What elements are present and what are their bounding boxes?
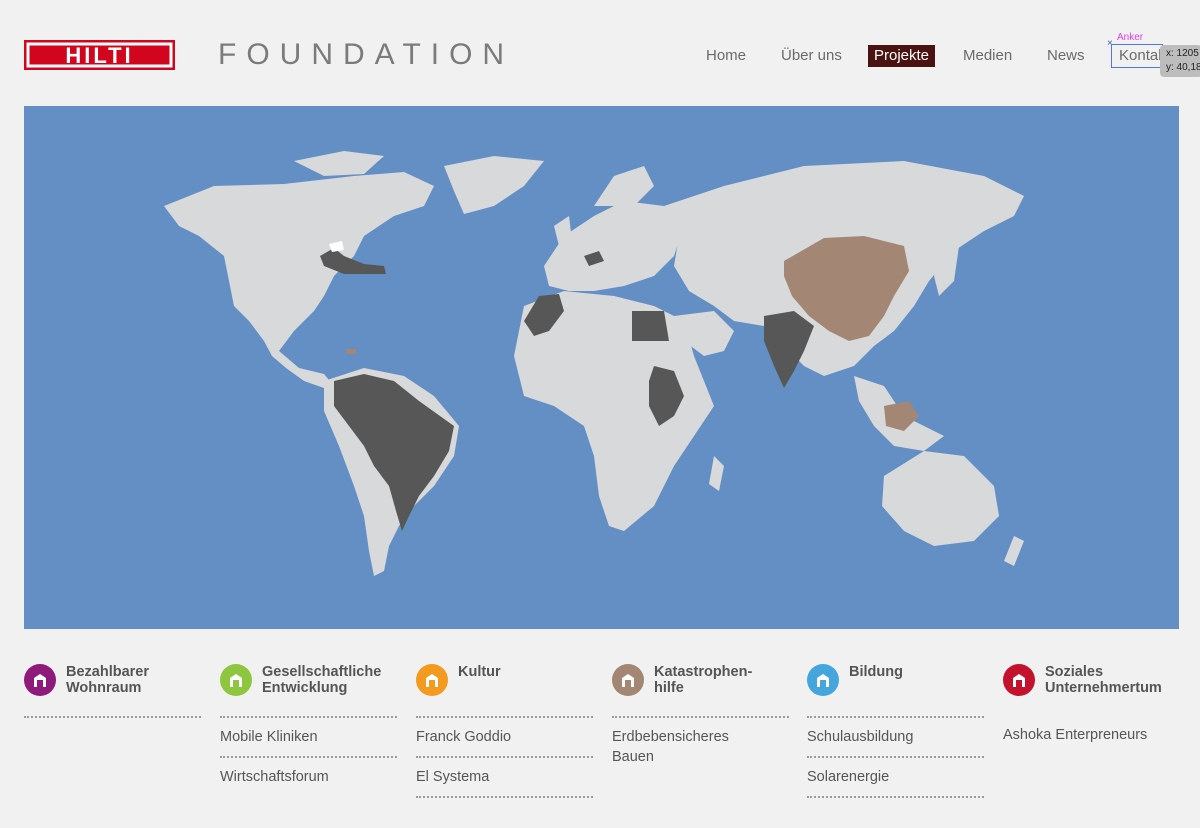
- nav-news[interactable]: News: [1041, 45, 1091, 67]
- title-line1: Bezahlbarer: [66, 664, 150, 680]
- scandinavia: [594, 166, 654, 206]
- greenland: [444, 156, 544, 214]
- egypt: [632, 311, 669, 341]
- nav-home[interactable]: Home: [700, 45, 752, 67]
- category-title: Soziales Unternehmertum: [1045, 664, 1162, 696]
- new-zealand: [1004, 536, 1024, 566]
- project-link[interactable]: Erdbebensicheres Bauen: [612, 718, 742, 776]
- project-link[interactable]: Solarenergie: [807, 758, 984, 798]
- category-title: Bildung: [849, 664, 903, 680]
- house-icon: [807, 664, 839, 696]
- nav-medien[interactable]: Medien: [957, 45, 1018, 67]
- house-icon: [416, 664, 448, 696]
- category-title: Gesellschaftliche Entwicklung: [262, 664, 381, 696]
- title-line1: Gesellschaftliche: [262, 664, 382, 680]
- category-header[interactable]: Soziales Unternehmertum: [1003, 662, 1180, 716]
- house-icon: [1003, 664, 1035, 696]
- project-link[interactable]: Ashoka Enterpreneurs: [1003, 716, 1180, 754]
- uk: [554, 216, 572, 246]
- title-line1: Katastrophen-: [654, 664, 753, 680]
- europe: [544, 201, 684, 291]
- madagascar: [709, 456, 724, 491]
- project-link[interactable]: El Systema: [416, 758, 593, 798]
- project-link[interactable]: Franck Goddio: [416, 718, 593, 758]
- category-title: Katastrophen- hilfe: [654, 664, 752, 696]
- house-icon: [612, 664, 644, 696]
- coord-x: x: 1205: [1166, 48, 1199, 59]
- category-header[interactable]: Kultur: [416, 662, 593, 718]
- title-line1: Kultur: [458, 664, 501, 680]
- coordinate-readout: x: 1205 y: 40,18: [1160, 45, 1200, 77]
- caribbean: [346, 349, 356, 354]
- hilti-logo[interactable]: HILTI: [24, 40, 175, 70]
- foundation-title: FOUNDATION: [218, 38, 515, 71]
- logo-text: HILTI: [65, 43, 133, 68]
- arctic-islands: [294, 151, 384, 176]
- house-icon: [24, 664, 56, 696]
- category-gesellschaftliche-entwicklung: Gesellschaftliche Entwicklung Mobile Kli…: [220, 662, 397, 796]
- title-line2: Unternehmertum: [1045, 680, 1162, 696]
- nav-ueber-uns[interactable]: Über uns: [775, 45, 848, 67]
- category-soziales-unternehmertum: Soziales Unternehmertum Ashoka Enterpren…: [1003, 662, 1180, 754]
- title-line2: Entwicklung: [262, 680, 348, 696]
- world-map: [24, 106, 1179, 629]
- category-bildung: Bildung Schulausbildung Solarenergie: [807, 662, 984, 798]
- category-bezahlbarer-wohnraum: Bezahlbarer Wohnraum: [24, 662, 201, 718]
- title-line1: Soziales: [1045, 664, 1104, 680]
- title-line2: hilfe: [654, 680, 684, 696]
- house-icon: [220, 664, 252, 696]
- category-header[interactable]: Bildung: [807, 662, 984, 718]
- coord-y: y: 40,18: [1166, 62, 1200, 73]
- australia: [882, 451, 999, 546]
- project-link[interactable]: Schulausbildung: [807, 718, 984, 758]
- category-kultur: Kultur Franck Goddio El Systema: [416, 662, 593, 798]
- category-header[interactable]: Katastrophen- hilfe: [612, 662, 789, 718]
- title-line1: Bildung: [849, 664, 903, 680]
- anchor-label: Anker: [1117, 32, 1144, 43]
- north-america: [164, 172, 434, 388]
- project-link[interactable]: Wirtschaftsforum: [220, 758, 397, 796]
- category-header[interactable]: Bezahlbarer Wohnraum: [24, 662, 201, 718]
- project-link[interactable]: Mobile Kliniken: [220, 718, 397, 758]
- category-katastrophenhilfe: Katastrophen- hilfe Erdbebensicheres Bau…: [612, 662, 789, 776]
- category-title: Bezahlbarer Wohnraum: [66, 664, 149, 696]
- nav-projekte[interactable]: Projekte: [868, 45, 936, 67]
- title-line2: Wohnraum: [66, 680, 142, 696]
- selection-box: [1111, 44, 1163, 68]
- category-header[interactable]: Gesellschaftliche Entwicklung: [220, 662, 397, 718]
- category-title: Kultur: [458, 664, 501, 680]
- land-masses: [164, 151, 1024, 576]
